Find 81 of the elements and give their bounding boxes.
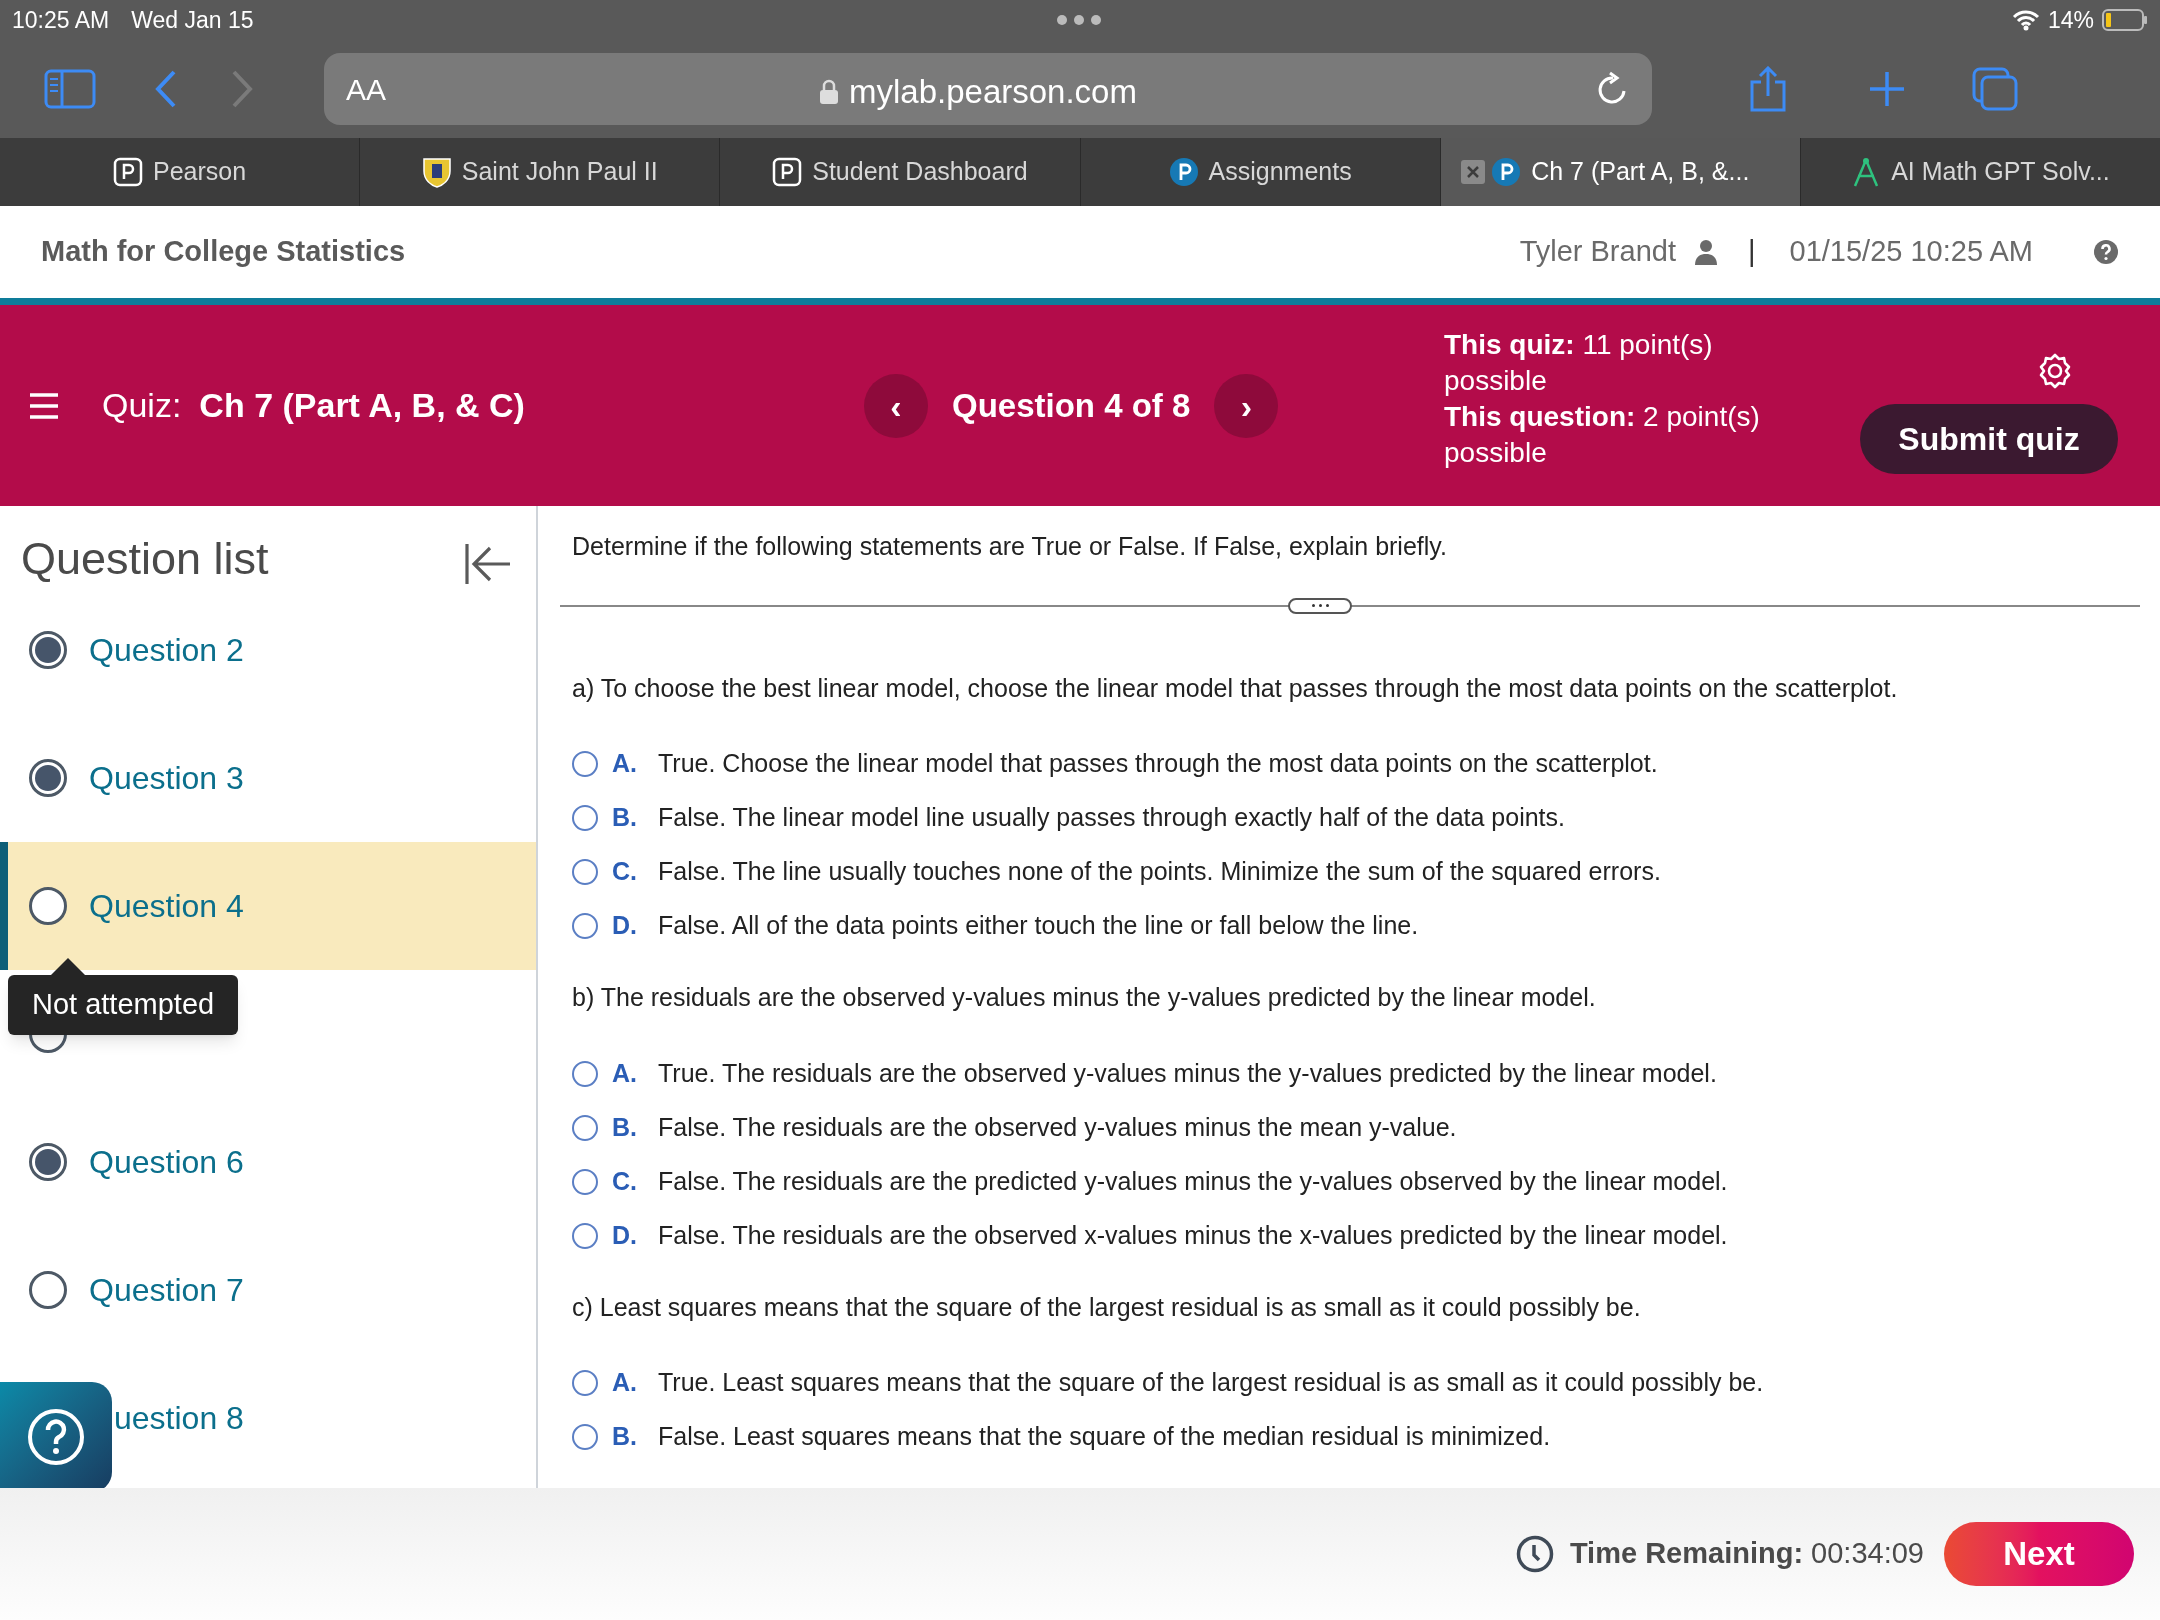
browser-tab[interactable]: Ch 7 (Part A, B, &... [1439,138,1800,206]
quiz-label: Quiz: [102,385,182,426]
question-prompt: a) To choose the best linear model, choose the linear model that passes through the most data points on the scatterplot. [572,672,1899,704]
option-text: False. Least squares means that the square of the median residual is minimized. [658,1421,1551,1453]
option-letter: C. [612,1165,638,1197]
status-date: Wed Jan 15 [131,5,254,35]
radio-button[interactable] [572,1370,598,1396]
tabs-overview-icon[interactable] [1972,67,2018,111]
radio-button[interactable] [572,859,598,885]
text-size-button[interactable]: AA [346,66,387,112]
instruction-text: Determine if the following statements are True or False. If False, explain briefly. [572,531,1448,562]
p-logo-icon [113,157,143,187]
p-logo-icon [1491,157,1522,187]
back-icon[interactable] [154,69,178,109]
option-letter: A. [612,748,638,780]
points-info: This quiz: 11 point(s) possible [1444,328,1714,398]
battery-icon [2102,9,2148,31]
option-letter: A. [612,1057,638,1089]
time-remaining: Time Remaining: 00:34:09 [1569,1536,1924,1572]
radio-button[interactable] [572,1060,598,1087]
url-text: mylab.pearson.com [849,72,1137,112]
option-letter: A. [612,1367,638,1399]
submit-quiz-button[interactable]: Submit quiz [1860,404,2118,474]
close-icon[interactable] [1460,160,1485,184]
option-text: True. Choose the linear model that passes through the most data points on the scatterplot. [658,748,1658,780]
option-letter: B. [612,802,638,834]
next-button[interactable]: Next [1944,1522,2134,1586]
question-position: Question 4 of 8 [952,386,1191,427]
option-text: False. The residuals are the observed x-values minus the x-values predicted by the linear model. [658,1219,1728,1251]
address-bar[interactable]: AA mylab.pearson.com [324,53,1652,125]
user-icon [1693,239,1718,265]
option-text: False. The line usually touches none of the points. Minimize the sum of the squared errors. [658,856,1661,888]
help-icon[interactable] [2093,239,2119,265]
menu-icon[interactable] [28,391,60,420]
quiz-name: Ch 7 (Part A, B, & C) [199,385,525,426]
separator: | [1747,234,1756,270]
sidebar-icon[interactable] [44,69,96,109]
option-letter: B. [612,1111,638,1143]
radio-button[interactable] [572,1222,598,1249]
floating-help-button[interactable] [0,1382,112,1488]
option-letter: D. [612,1219,638,1251]
tooltip-pointer-icon [50,958,86,976]
course-title: Math for College Statistics [41,234,406,270]
battery-percent: 14% [2047,5,2094,35]
new-tab-icon[interactable] [1868,70,1906,108]
date-time: 01/15/25 10:25 AM [1789,234,2033,270]
radio-button[interactable] [572,1168,598,1195]
radio-button[interactable] [572,913,598,939]
points-info: This question: 2 point(s) possible [1444,400,1761,470]
collapse-icon[interactable] [464,542,512,586]
question-list-item[interactable]: Question 4 [0,842,536,970]
option-text: True. The residuals are the observed y-values minus the y-values predicted by the linear model. [658,1057,1717,1089]
shield-icon [421,156,452,188]
share-icon[interactable] [1748,66,1788,112]
option-text: False. The residuals are the observed y-values minus the mean y-value. [658,1111,1457,1143]
radio-button[interactable] [572,751,598,777]
radio-button[interactable] [572,1424,598,1450]
radio-button[interactable] [572,805,598,831]
question-list-title: Question list [21,531,269,586]
option-text: False. The linear model line usually passes through exactly half of the data points. [658,802,1565,834]
option-letter: C. [612,856,638,888]
option-text: False. All of the data points either touch the line or fall below the line. [658,910,1419,942]
lock-icon [819,78,839,105]
resize-handle[interactable] [1288,597,1352,614]
question-prompt: b) The residuals are the observed y-values minus the y-values predicted by the linear model. [572,982,1597,1013]
next-question-button[interactable]: › [1214,374,1279,438]
help-icon [27,1408,85,1466]
clock-icon [1515,1535,1554,1573]
multitask-dots-icon[interactable] [1056,14,1102,26]
wifi-icon [2011,9,2040,31]
p-logo-icon [772,157,803,187]
option-text: True. Least squares means that the square of the largest residual is as small as it could possibly be. [658,1367,1764,1399]
radio-button[interactable] [572,1114,598,1141]
status-time: 10:25 AM [12,5,110,35]
option-letter: B. [612,1421,638,1453]
p-logo-icon [1168,157,1199,187]
user-name: Tyler Brandt [1519,234,1676,270]
previous-question-button[interactable]: ‹ [864,374,928,438]
option-text: False. The residuals are the predicted y-values minus the y-values observed by the linear model. [658,1165,1728,1197]
question-prompt: c) Least squares means that the square of the largest residual is as small as it could possibly be. [572,1291,1642,1323]
option-letter: D. [612,910,638,942]
